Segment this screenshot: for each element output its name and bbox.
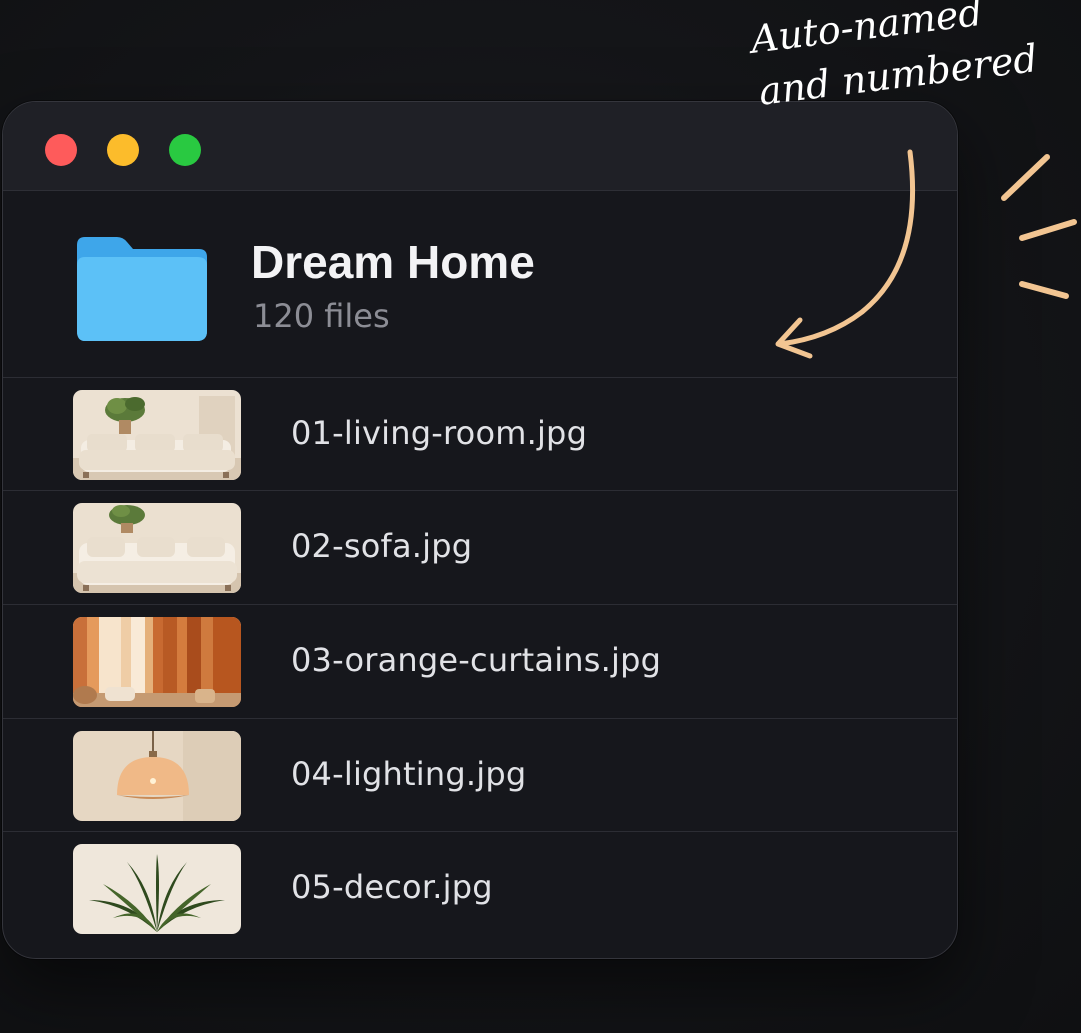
sparkle-icon: [1001, 154, 1077, 299]
